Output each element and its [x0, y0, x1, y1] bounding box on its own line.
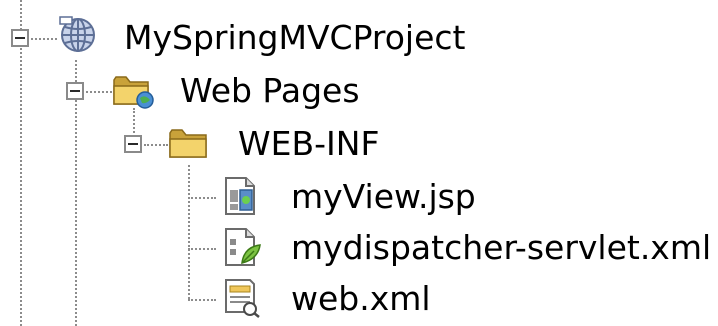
tree-node-project[interactable]: MySpringMVCProject [0, 13, 718, 63]
tree-node-web-inf[interactable]: WEB-INF [0, 119, 718, 169]
tree-node-file[interactable]: web.xml [0, 274, 718, 324]
web-inf-label: WEB-INF [238, 124, 380, 163]
collapse-toggle-web-inf[interactable] [124, 135, 142, 153]
web-pages-label: Web Pages [180, 71, 360, 110]
folder-icon [168, 123, 208, 161]
web-xml-file-icon [220, 278, 260, 318]
file-label: myView.jsp [291, 177, 476, 216]
tree-node-file[interactable]: myView.jsp [0, 172, 718, 222]
web-project-globe-icon [58, 15, 98, 53]
xml-config-file-icon [220, 227, 261, 266]
jsp-file-icon [220, 176, 260, 215]
collapse-toggle-web-pages[interactable] [66, 82, 84, 100]
collapse-toggle-project[interactable] [11, 29, 29, 47]
tree-node-web-pages[interactable]: Web Pages [0, 66, 718, 116]
project-tree: MySpringMVCProject Web Pages WEB-INF myV… [0, 0, 718, 326]
file-label: web.xml [291, 279, 431, 318]
project-label: MySpringMVCProject [124, 18, 466, 57]
tree-node-file[interactable]: mydispatcher-servlet.xml [0, 223, 718, 273]
file-label: mydispatcher-servlet.xml [291, 228, 712, 267]
web-pages-folder-icon [112, 70, 154, 109]
